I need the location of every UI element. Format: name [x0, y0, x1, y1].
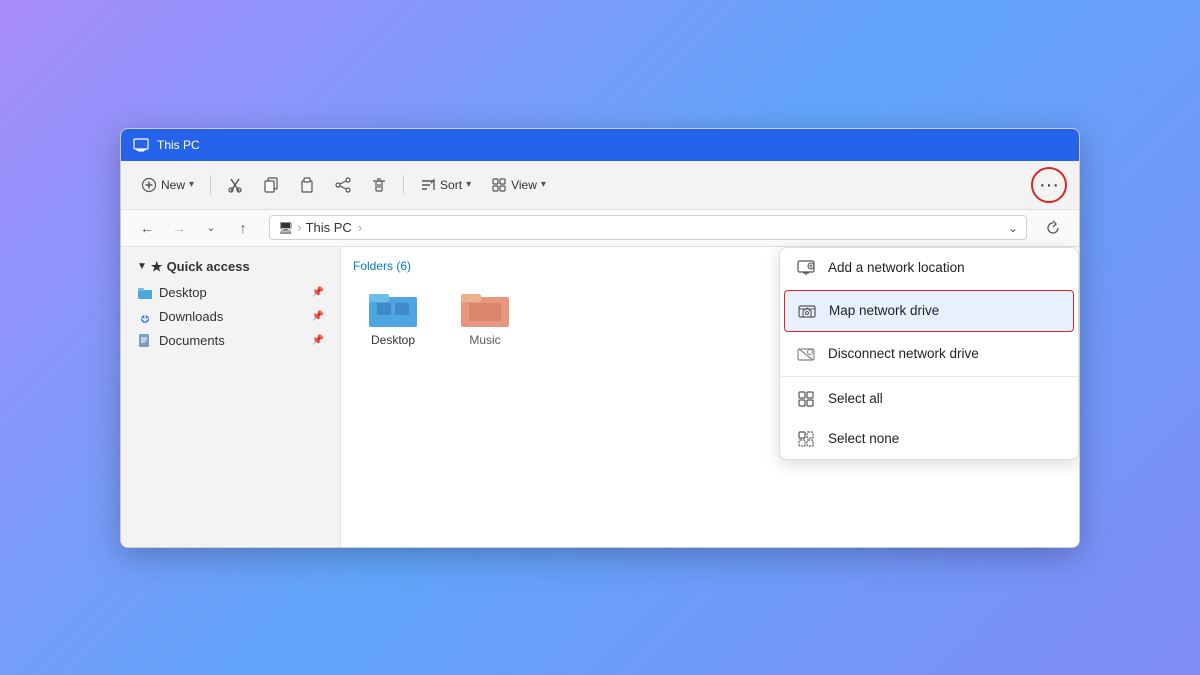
sort-label: Sort [440, 178, 462, 192]
back-button[interactable]: ← [133, 214, 161, 242]
nav-bar: ← → ⌄ ↑ 🖥 › This PC › ⌄ [121, 210, 1079, 247]
dropdown-divider [780, 376, 1078, 377]
address-separator2: › [358, 220, 362, 235]
new-label: New [161, 178, 185, 192]
folder-thumbnail [461, 289, 509, 329]
dropdown-item-label: Map network drive [829, 303, 939, 318]
up-button[interactable]: ↑ [229, 214, 257, 242]
window-title: This PC [157, 138, 200, 152]
desktop-folder-icon [137, 285, 153, 301]
more-options-button[interactable]: ··· [1031, 167, 1067, 203]
sidebar-item-label: Documents [159, 333, 225, 348]
separator-1 [210, 175, 211, 195]
copy-icon [263, 177, 279, 193]
disconnect-network-drive-icon [796, 344, 816, 364]
file-explorer-window: This PC New ▾ [120, 128, 1080, 548]
view-icon [491, 177, 507, 193]
view-label: View [511, 178, 537, 192]
cut-button[interactable] [219, 172, 251, 198]
folder-name: Desktop [371, 333, 415, 347]
folder-name: Music [469, 333, 500, 347]
sidebar: ▼ ★ Quick access Desktop 📌 [121, 247, 341, 547]
paste-icon [299, 177, 315, 193]
view-chevron: ▾ [541, 179, 546, 190]
select-none-icon [796, 429, 816, 449]
window-icon [133, 137, 149, 153]
delete-button[interactable] [363, 172, 395, 198]
dropdown-item-label: Select all [828, 391, 883, 406]
add-network-location-icon [796, 258, 816, 278]
downloads-icon [137, 309, 153, 325]
dropdown-item-select-none[interactable]: Select none [780, 419, 1078, 459]
address-monitor-icon: 🖥 [278, 221, 293, 235]
chevron-down-icon: ⌄ [206, 221, 215, 234]
paste-button[interactable] [291, 172, 323, 198]
new-button[interactable]: New ▾ [133, 172, 202, 198]
title-bar: This PC [121, 129, 1079, 161]
up-icon: ↑ [240, 220, 247, 236]
refresh-button[interactable] [1039, 214, 1067, 242]
folder-item-music[interactable]: Music [445, 281, 525, 355]
dropdown-item-add-network-location[interactable]: Add a network location [780, 248, 1078, 288]
back-icon: ← [140, 220, 154, 236]
dropdown-item-map-network-drive[interactable]: Map network drive [784, 290, 1074, 332]
star-icon: ★ [151, 259, 163, 275]
address-separator: › [297, 220, 301, 235]
view-button[interactable]: View ▾ [483, 172, 554, 198]
address-bar[interactable]: 🖥 › This PC › ⌄ [269, 215, 1027, 240]
new-icon [141, 177, 157, 193]
toolbar: New ▾ [121, 161, 1079, 210]
dropdown-menu: Add a network location Map network drive [779, 247, 1079, 460]
sidebar-item-desktop[interactable]: Desktop 📌 [125, 281, 336, 305]
sort-button[interactable]: Sort ▾ [412, 172, 479, 198]
content-area: ▼ ★ Quick access Desktop 📌 [121, 247, 1079, 547]
documents-icon [137, 333, 153, 349]
select-all-icon [796, 389, 816, 409]
refresh-icon [1045, 220, 1061, 236]
dropdown-item-label: Select none [828, 431, 899, 446]
map-network-drive-icon [797, 301, 817, 321]
cut-icon [227, 177, 243, 193]
sidebar-quick-access-items: Desktop 📌 Downloads 📌 [121, 279, 340, 355]
pin-icon: 📌 [312, 335, 324, 346]
copy-button[interactable] [255, 172, 287, 198]
sidebar-item-label: Desktop [159, 285, 207, 300]
dropdown-item-select-all[interactable]: Select all [780, 379, 1078, 419]
share-button[interactable] [327, 172, 359, 198]
dropdown-item-disconnect-network-drive[interactable]: Disconnect network drive [780, 334, 1078, 374]
forward-button[interactable]: → [165, 214, 193, 242]
expand-nav-button[interactable]: ⌄ [197, 214, 225, 242]
chevron-icon: ▼ [137, 261, 147, 272]
sidebar-item-documents[interactable]: Documents 📌 [125, 329, 336, 353]
quick-access-header[interactable]: ▼ ★ Quick access [125, 255, 336, 279]
sidebar-item-downloads[interactable]: Downloads 📌 [125, 305, 336, 329]
delete-icon [371, 177, 387, 193]
three-dots-icon: ··· [1039, 175, 1059, 195]
new-chevron: ▾ [189, 179, 194, 190]
dropdown-item-label: Disconnect network drive [828, 346, 979, 361]
quick-access-label: Quick access [167, 259, 250, 274]
address-dropdown-chevron[interactable]: ⌄ [1008, 221, 1018, 235]
forward-icon: → [172, 220, 186, 236]
dropdown-item-label: Add a network location [828, 260, 965, 275]
sidebar-item-label: Downloads [159, 309, 223, 324]
address-path: This PC [306, 220, 352, 235]
folder-thumbnail [369, 289, 417, 329]
separator-2 [403, 175, 404, 195]
folder-item-desktop[interactable]: Desktop [353, 281, 433, 355]
sort-chevron: ▾ [466, 179, 471, 190]
sort-icon [420, 177, 436, 193]
pin-icon: 📌 [312, 287, 324, 298]
share-icon [335, 177, 351, 193]
pin-icon: 📌 [312, 311, 324, 322]
